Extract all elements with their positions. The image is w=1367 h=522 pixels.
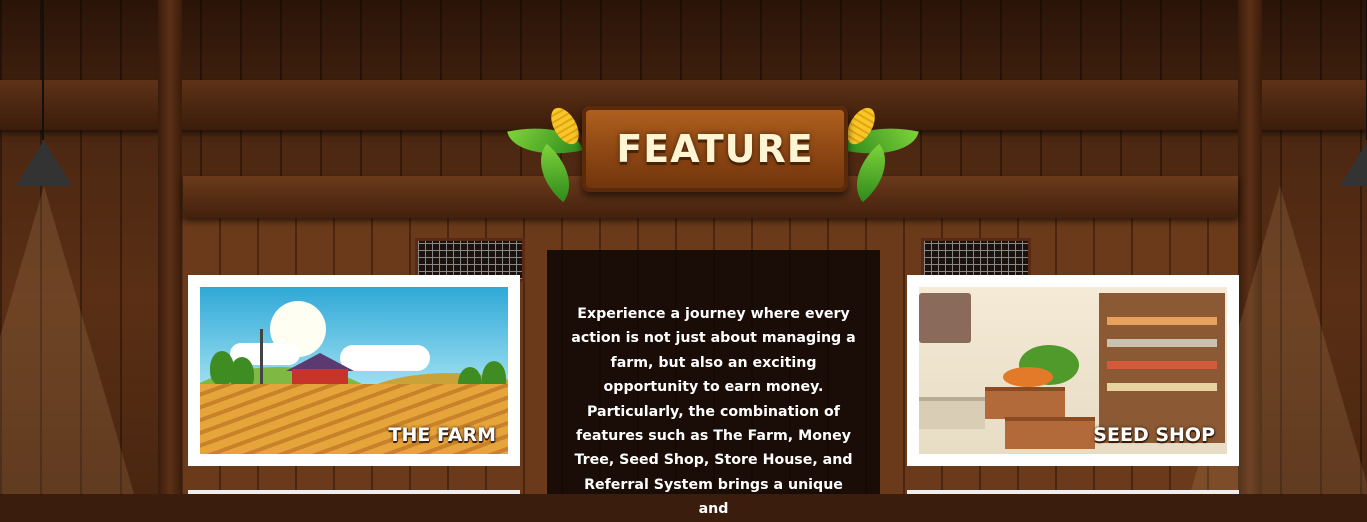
feature-card-seed-shop[interactable]: SEED SHOP	[907, 275, 1239, 466]
feature-label: THE FARM	[388, 424, 497, 446]
leaf-icon	[524, 143, 586, 203]
seed-shop-illustration: SEED SHOP	[919, 287, 1227, 454]
feature-description-panel: Experience a journey where every action …	[547, 250, 880, 517]
barn-post	[158, 0, 182, 494]
card-edge	[188, 490, 520, 494]
page-title: FEATURE	[616, 127, 814, 171]
wood-sign: FEATURE	[582, 106, 848, 192]
farm-illustration: THE FARM	[200, 287, 508, 454]
lamp-light-beam	[0, 186, 134, 494]
feature-title-sign: FEATURE	[507, 100, 919, 203]
card-edge	[907, 490, 1239, 494]
feature-card-the-farm[interactable]: THE FARM	[188, 275, 520, 466]
feature-description: Experience a journey where every action …	[571, 306, 856, 518]
leaf-icon	[840, 143, 902, 203]
feature-label: SEED SHOP	[1093, 424, 1215, 446]
